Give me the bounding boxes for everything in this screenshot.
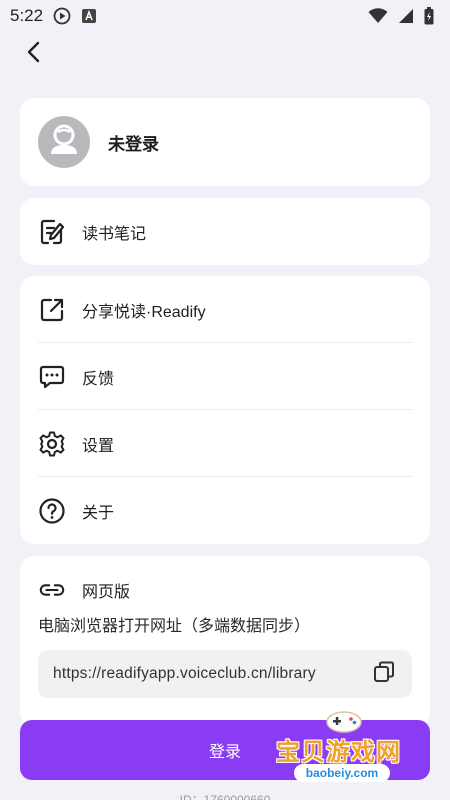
play-circle-icon [53,7,71,25]
share-external-icon [38,296,66,324]
feedback-label: 反馈 [82,370,115,388]
web-version-title: 网页版 [82,584,131,601]
signal-icon [398,8,414,24]
a-badge-icon [81,8,97,24]
profile-name: 未登录 [108,134,159,154]
link-icon [38,576,66,604]
gear-icon [38,430,66,458]
url-text: https://readifyapp.voiceclub.cn/library [53,665,316,682]
status-time: 5:22 [10,6,44,25]
note-edit-icon [38,218,66,246]
login-button[interactable]: 登录 [20,720,430,780]
url-field[interactable]: https://readifyapp.voiceclub.cn/library [38,650,412,698]
menu-card: 分享悦读·Readify 反馈 设置 关于 [20,276,430,544]
copy-button[interactable] [370,660,398,688]
feedback-chat-icon [38,363,66,391]
web-version-header: 网页版 [20,556,430,608]
about-item[interactable]: 关于 [20,477,430,544]
about-label: 关于 [82,504,115,522]
share-label: 分享悦读·Readify [82,303,206,321]
chevron-left-icon [24,40,44,69]
battery-icon [424,7,434,25]
web-version-description: 电脑浏览器打开网址（多端数据同步） [38,618,311,635]
settings-label: 设置 [82,437,115,455]
web-version-card: 网页版 电脑浏览器打开网址（多端数据同步） https://readifyapp… [20,556,430,726]
question-circle-icon [38,497,66,525]
user-id-text: ID：1760000660 [179,793,271,800]
reading-notes-label: 读书笔记 [82,225,147,243]
copy-icon [372,660,396,689]
person-avatar-icon [38,116,90,168]
reading-notes-item[interactable]: 读书笔记 [20,198,430,265]
notes-card: 读书笔记 [20,198,430,265]
settings-item[interactable]: 设置 [20,410,430,477]
wifi-icon [368,8,388,24]
back-button[interactable] [16,36,52,72]
feedback-item[interactable]: 反馈 [20,343,430,410]
avatar [38,116,90,168]
profile-card[interactable]: 未登录 [20,98,430,186]
share-item[interactable]: 分享悦读·Readify [20,276,430,343]
status-bar: 5:22 [0,0,450,32]
